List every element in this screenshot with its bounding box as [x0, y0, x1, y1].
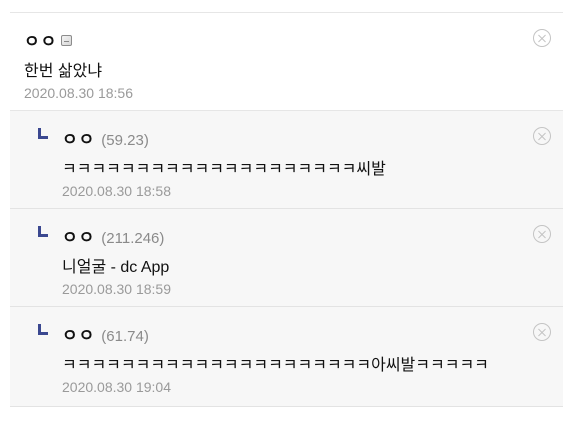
- author-nickname[interactable]: ㅇㅇ: [24, 32, 57, 51]
- author-ip: (211.246): [101, 230, 165, 247]
- comment-list: ㅇㅇ 한번 삶았냐 2020.08.30 18:56 ㅇㅇ (59.23) ㅋㅋㅋ…: [0, 0, 573, 433]
- author-ip: (59.23): [101, 132, 149, 149]
- reply-item: ㅇㅇ (59.23) ㅋㅋㅋㅋㅋㅋㅋㅋㅋㅋㅋㅋㅋㅋㅋㅋㅋㅋㅋㅋ씨발 2020.08…: [10, 111, 563, 209]
- comment-item: ㅇㅇ 한번 삶았냐 2020.08.30 18:56: [10, 12, 563, 111]
- author-ip: (61.74): [101, 328, 149, 345]
- comment-date: 2020.08.30 18:56: [24, 85, 133, 101]
- author-nickname[interactable]: ㅇㅇ: [62, 228, 95, 247]
- comment-text: 한번 삶았냐: [24, 63, 103, 80]
- delete-reply-icon[interactable]: [533, 127, 551, 145]
- delete-comment-icon[interactable]: [533, 29, 551, 47]
- reply-arrow-icon: [38, 226, 48, 237]
- reply-text: 니얼굴 - dc App: [62, 259, 170, 276]
- reply-date: 2020.08.30 18:59: [62, 281, 171, 297]
- reply-author[interactable]: ㅇㅇ (211.246): [62, 223, 164, 248]
- reply-text: ㅋㅋㅋㅋㅋㅋㅋㅋㅋㅋㅋㅋㅋㅋㅋㅋㅋㅋㅋㅋ씨발: [62, 161, 386, 178]
- delete-reply-icon[interactable]: [533, 323, 551, 341]
- comment-author[interactable]: ㅇㅇ: [24, 27, 73, 52]
- reply-text: ㅋㅋㅋㅋㅋㅋㅋㅋㅋㅋㅋㅋㅋㅋㅋㅋㅋㅋㅋㅋㅋ아씨발ㅋㅋㅋㅋㅋ: [62, 357, 489, 374]
- reply-item: ㅇㅇ (211.246) 니얼굴 - dc App 2020.08.30 18:5…: [10, 209, 563, 307]
- delete-reply-icon[interactable]: [533, 225, 551, 243]
- author-nickname[interactable]: ㅇㅇ: [62, 326, 95, 345]
- reply-date: 2020.08.30 19:04: [62, 379, 171, 395]
- gallog-icon[interactable]: [61, 35, 73, 46]
- reply-date: 2020.08.30 18:58: [62, 183, 171, 199]
- reply-arrow-icon: [38, 324, 48, 335]
- reply-arrow-icon: [38, 128, 48, 139]
- reply-author[interactable]: ㅇㅇ (61.74): [62, 321, 149, 346]
- author-nickname[interactable]: ㅇㅇ: [62, 130, 95, 149]
- reply-author[interactable]: ㅇㅇ (59.23): [62, 125, 149, 150]
- reply-item: ㅇㅇ (61.74) ㅋㅋㅋㅋㅋㅋㅋㅋㅋㅋㅋㅋㅋㅋㅋㅋㅋㅋㅋㅋㅋ아씨발ㅋㅋㅋㅋㅋ …: [10, 307, 563, 407]
